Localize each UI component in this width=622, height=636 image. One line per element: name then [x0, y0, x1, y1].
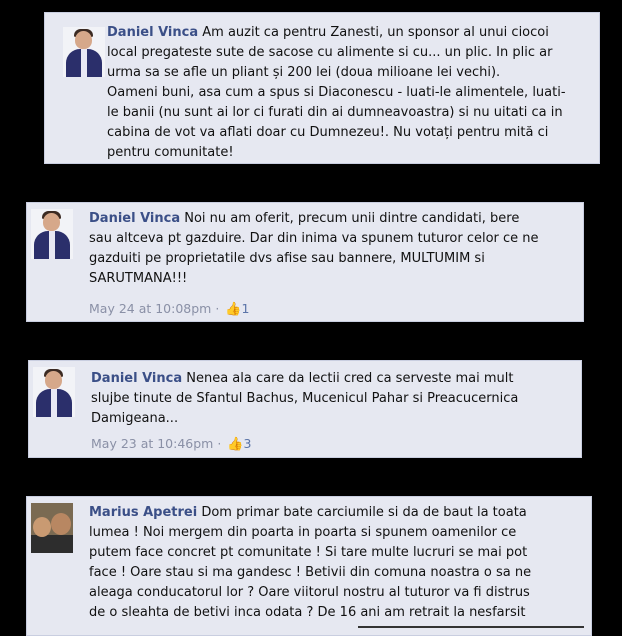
avatar[interactable] — [33, 367, 75, 417]
comment-card: Daniel Vinca Nenea ala care da lectii cr… — [28, 360, 582, 458]
comment-text: Daniel Vinca Nenea ala care da lectii cr… — [91, 369, 579, 429]
avatar[interactable] — [31, 503, 73, 553]
separator: · — [217, 436, 222, 451]
avatar[interactable] — [31, 209, 73, 259]
comment-body: Dom primar bate carciumile si da de baut… — [89, 505, 532, 620]
timestamp[interactable]: May 23 at 10:46pm — [91, 436, 213, 451]
comment-card: Marius Apetrei Dom primar bate carciumil… — [26, 496, 592, 636]
comment-body: Am auzit ca pentru Zanesti, un sponsor a… — [107, 25, 566, 160]
comment-text: Daniel Vinca Am auzit ca pentru Zanesti,… — [107, 23, 597, 163]
comment-text: Daniel Vinca Noi nu am oferit, precum un… — [89, 209, 581, 289]
author-name[interactable]: Daniel Vinca — [91, 371, 182, 386]
avatar[interactable] — [63, 27, 105, 77]
like-count[interactable]: 1 — [242, 301, 250, 316]
comment-text: Marius Apetrei Dom primar bate carciumil… — [89, 503, 589, 623]
text-underline — [358, 626, 584, 628]
author-name[interactable]: Marius Apetrei — [89, 505, 197, 520]
thumbs-up-icon[interactable]: 👍 — [225, 301, 241, 319]
like-count[interactable]: 3 — [244, 436, 252, 451]
comment-meta: May 23 at 10:46pm · 👍3 — [91, 435, 251, 454]
comment-meta: May 24 at 10:08pm · 👍1 — [89, 300, 249, 319]
thumbs-up-icon[interactable]: 👍 — [227, 436, 243, 454]
comment-card: Daniel Vinca Noi nu am oferit, precum un… — [26, 202, 584, 322]
author-name[interactable]: Daniel Vinca — [89, 211, 180, 226]
author-name[interactable]: Daniel Vinca — [107, 25, 198, 40]
comment-card: Daniel Vinca Am auzit ca pentru Zanesti,… — [44, 12, 600, 164]
timestamp[interactable]: May 24 at 10:08pm — [89, 301, 211, 316]
separator: · — [215, 301, 220, 316]
